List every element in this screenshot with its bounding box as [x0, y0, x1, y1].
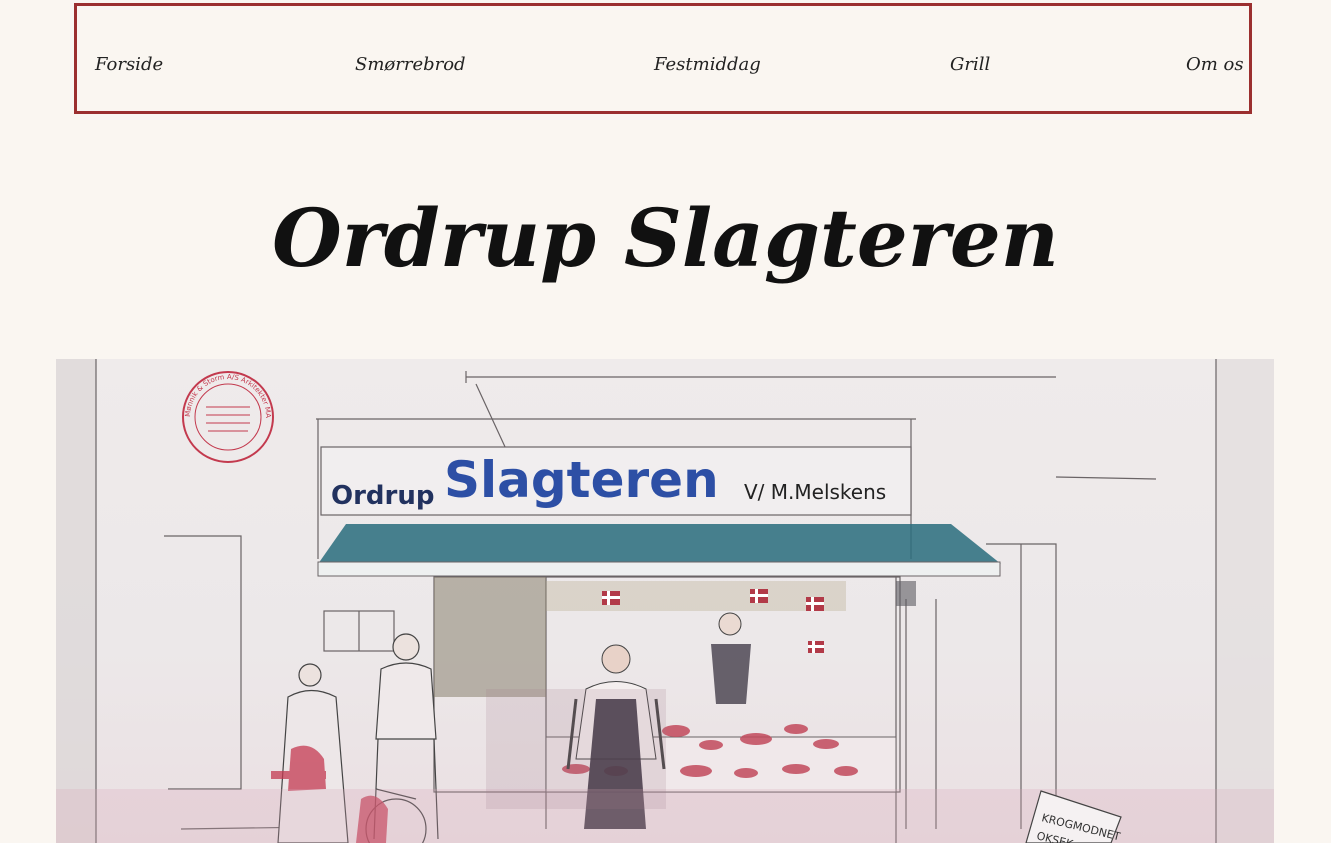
assistant-figure [711, 612, 751, 704]
nav-item-forside[interactable]: Forside [95, 54, 163, 76]
nav-item-om-os[interactable]: Om os [1186, 54, 1244, 76]
main-navigation: Forside Smørrebrod Festmiddag Grill Om o… [74, 3, 1252, 114]
sign-ordrup-text: Ordrup [331, 481, 434, 511]
awning [318, 524, 1001, 564]
shopfront-watercolor: Ordrup Slagteren V/ M.Melskens Mønnik & … [56, 359, 1274, 843]
nav-item-smorrebrod[interactable]: Smørrebrod [355, 54, 466, 76]
nav-item-grill[interactable]: Grill [950, 54, 990, 76]
page-title: Ordrup Slagteren [272, 191, 1059, 285]
nav-item-festmiddag[interactable]: Festmiddag [654, 54, 761, 76]
hero-illustration: Ordrup Slagteren V/ M.Melskens Mønnik & … [56, 359, 1274, 843]
sign-owner-text: V/ M.Melskens [744, 480, 886, 504]
sign-slagteren-text: Slagteren [444, 451, 719, 509]
